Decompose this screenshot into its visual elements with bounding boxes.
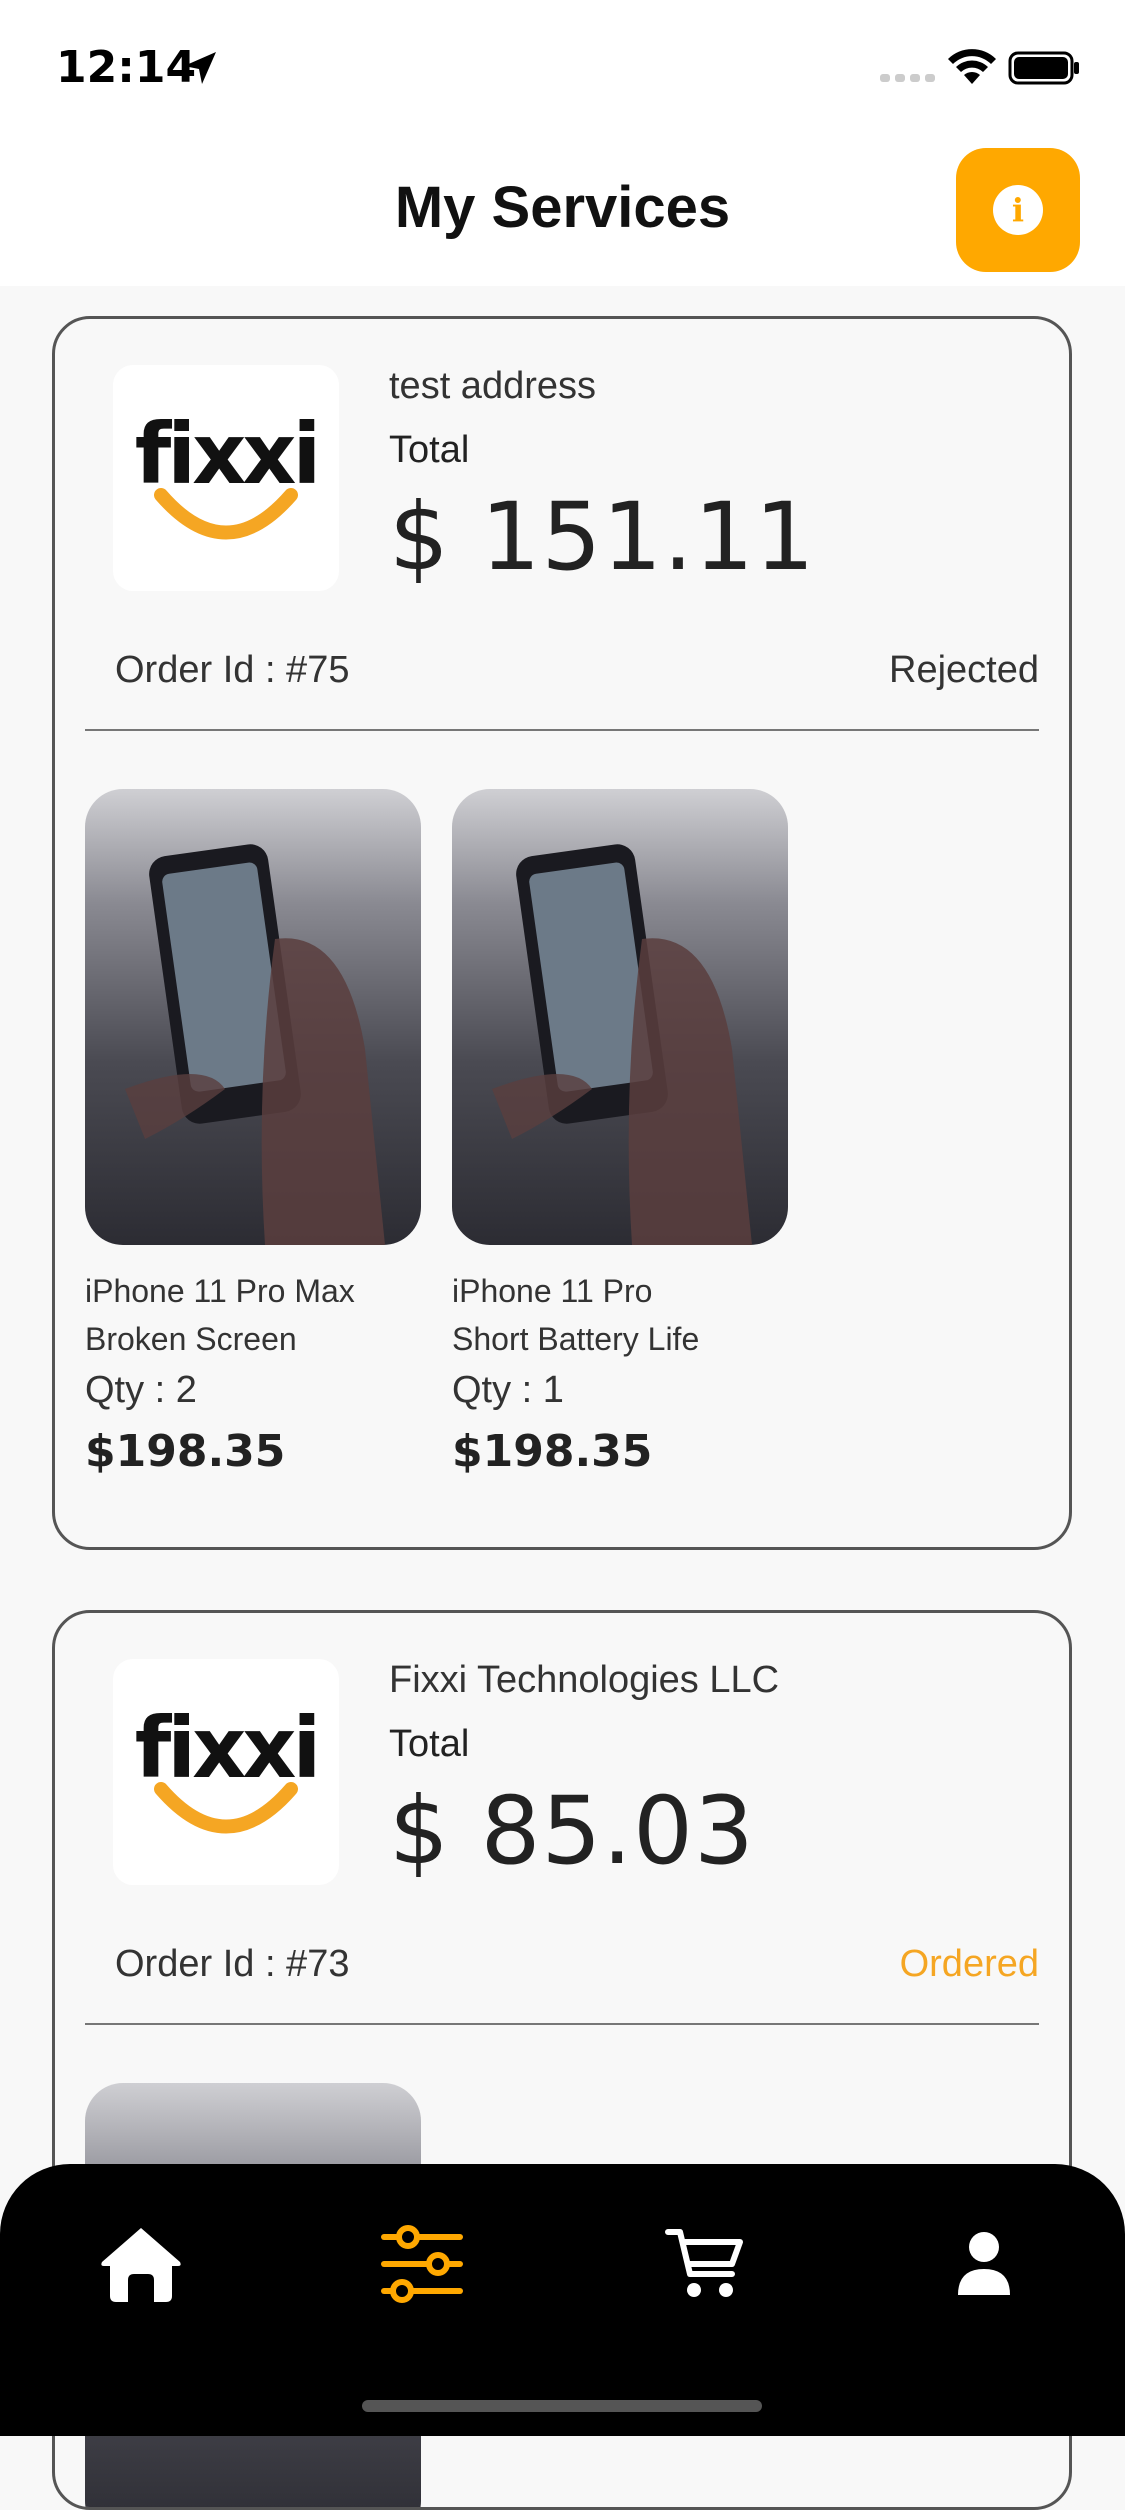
- service-price: $198.35: [452, 1426, 653, 1477]
- service-price: $198.35: [85, 1426, 286, 1477]
- status-time: 12:14: [56, 42, 197, 93]
- service-name: iPhone 11 Pro Max Broken Screen: [85, 1273, 355, 1357]
- total-label: Total: [389, 1723, 470, 1765]
- order-card[interactable]: fixxi test address Total $ 151.11 Order …: [52, 316, 1072, 1550]
- status-badge: Rejected: [889, 649, 1039, 691]
- location-arrow-icon: [184, 52, 216, 84]
- header: My Services i: [0, 140, 1125, 286]
- status-badge: Ordered: [899, 1943, 1039, 1985]
- service-item[interactable]: iPhone 11 Pro Short Battery Life Qty : 1…: [452, 789, 788, 1487]
- total-amount: $ 151.11: [389, 483, 816, 592]
- wifi-icon: [948, 49, 996, 84]
- home-indicator: [362, 2400, 762, 2412]
- total-label: Total: [389, 429, 470, 471]
- nav-cart[interactable]: [654, 2214, 754, 2314]
- battery-icon: [1008, 51, 1079, 85]
- store-logo: fixxi: [113, 1659, 339, 1885]
- service-qty: Qty : 1: [452, 1369, 564, 1411]
- store-name: Fixxi Technologies LLC: [389, 1659, 780, 1701]
- divider: [85, 729, 1039, 731]
- cart-icon: [665, 2229, 743, 2297]
- home-icon: [101, 2228, 181, 2302]
- order-id: Order Id : #73: [115, 1943, 350, 1985]
- nav-services[interactable]: [372, 2214, 472, 2314]
- total-amount: $ 85.03: [389, 1777, 755, 1886]
- status-bar: 12:14: [0, 0, 1125, 140]
- service-qty: Qty : 2: [85, 1369, 197, 1411]
- divider: [85, 2023, 1039, 2025]
- info-button[interactable]: i: [956, 148, 1080, 272]
- nav-profile[interactable]: [934, 2214, 1034, 2314]
- order-id: Order Id : #75: [115, 649, 350, 691]
- info-icon: i: [993, 185, 1043, 235]
- sliders-icon: [381, 2225, 463, 2303]
- service-item[interactable]: iPhone 11 Pro Max Broken Screen Qty : 2 …: [85, 789, 421, 1487]
- nav-home[interactable]: [91, 2214, 191, 2314]
- bottom-nav: [0, 2164, 1125, 2436]
- user-icon: [958, 2232, 1010, 2295]
- store-logo: fixxi: [113, 365, 339, 591]
- cellular-signal-icon: [880, 74, 935, 82]
- service-image: [452, 789, 788, 1245]
- store-name: test address: [389, 365, 596, 407]
- service-image: [85, 789, 421, 1245]
- service-name: iPhone 11 Pro Short Battery Life: [452, 1273, 700, 1357]
